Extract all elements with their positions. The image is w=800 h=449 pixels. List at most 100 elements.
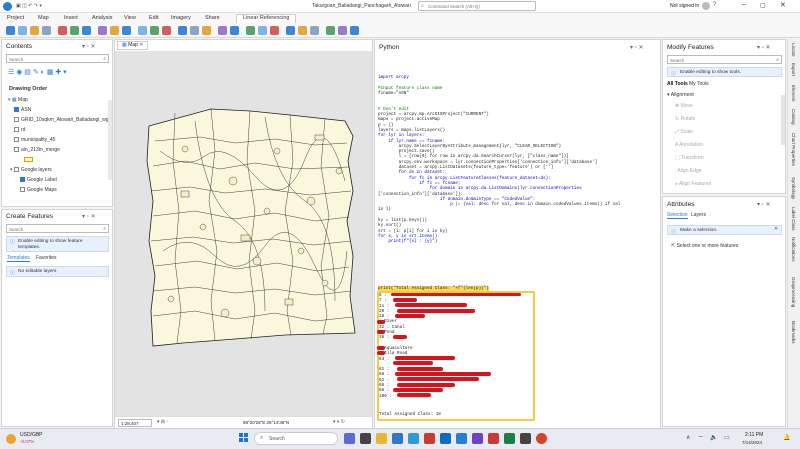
notification-bell-icon[interactable]: 🔔 [783,434,790,441]
layer-rd[interactable]: rd [14,127,25,133]
excel-icon[interactable] [504,433,515,444]
app-icon[interactable] [424,433,435,444]
side-tab-locate[interactable]: Locate [791,43,796,57]
close-icon[interactable]: ✕ [138,42,143,48]
copilot-icon[interactable] [344,433,355,444]
ribbon-tool-icon[interactable] [350,26,359,35]
checkbox-checked-icon[interactable] [14,107,19,113]
tab-map[interactable]: Map [38,15,49,21]
pane-options-icon[interactable]: ▾ ▫ ✕ [82,43,96,50]
volume-icon[interactable]: 🔈 [710,434,717,441]
ribbon-tool-icon[interactable] [190,26,199,35]
ribbon-tool-icon[interactable] [82,26,91,35]
ribbon-tool-icon[interactable] [42,26,51,35]
checkbox-icon[interactable] [20,187,25,193]
tab-imagery[interactable]: Imagery [171,15,191,21]
layer-google-maps[interactable]: Google Maps [20,187,57,193]
widget-title[interactable]: USD/GBP [20,432,43,438]
tab-layers[interactable]: Layers [691,212,706,218]
command-search-input[interactable] [428,3,533,10]
ribbon-tool-icon[interactable] [162,26,171,35]
ribbon-tool-icon[interactable] [218,26,227,35]
arcmap-icon[interactable] [456,433,467,444]
side-tab-symbology[interactable]: Symbology [791,177,796,199]
tab-insert[interactable]: Insert [64,15,78,21]
side-tab-geoprocessing[interactable]: Geoprocessing [791,277,796,307]
ribbon-tool-icon[interactable] [110,26,119,35]
tab-selection[interactable]: Selection [667,212,688,219]
task-view-icon[interactable] [360,433,371,444]
checkbox-icon[interactable] [13,167,19,173]
quick-access-toolbar[interactable]: ▣ ◫ ↶ ↷ ▾ [16,3,42,9]
minimize-button[interactable]: – [742,1,746,8]
pane-options-icon[interactable]: ▾ ▫ ✕ [757,44,771,51]
tray-chevron-icon[interactable]: ∧ [686,434,690,441]
ribbon-tool-icon[interactable] [70,26,79,35]
list-by-drawing-order-icon[interactable]: ☰ ◉ ▤ ✎ ◐ ▦ ✚ ▾ [8,68,67,76]
ribbon-tool-icon[interactable] [202,26,211,35]
layer-google-label[interactable]: Google Label [20,177,57,183]
layer-grid[interactable]: GRID_10sqkm_Atowari_Baliadangi_wg [14,117,109,123]
alignment-section[interactable]: ▾ Alignment [667,92,694,98]
tool-move[interactable]: ✥ Move [675,103,693,109]
ribbon-tool-icon[interactable] [270,26,279,35]
tool-rotate[interactable]: ↻ Rotate [675,116,695,122]
tab-favorites[interactable]: Favorites [36,255,57,261]
layer-map[interactable]: ▾ ▦ Map [8,97,28,103]
tab-view[interactable]: View [124,15,136,21]
scale-selector[interactable]: 1:28,407 [118,419,152,427]
chrome-icon[interactable] [536,433,547,444]
edge-icon[interactable] [408,433,419,444]
tool-scale[interactable]: ⤢ Scale [675,129,693,135]
ribbon-tool-icon[interactable] [230,26,239,35]
map-tab[interactable]: ▦ Map ✕ [117,41,149,50]
ribbon-tool-icon[interactable] [258,26,267,35]
contents-search[interactable]: ⌕ [6,54,109,63]
signin-status[interactable]: Not signed in [670,3,699,9]
contents-search-input[interactable] [9,56,97,62]
ribbon-tool-icon[interactable] [150,26,159,35]
app-icon[interactable] [520,433,531,444]
ribbon-tool-icon[interactable] [338,26,347,35]
close-icon[interactable]: ✕ [774,227,778,232]
taskbar-search[interactable]: ⌕ Search [254,432,338,445]
app-icon[interactable] [488,433,499,444]
create-features-search-input[interactable] [9,226,97,232]
pane-options-icon[interactable]: ▾ ▫ ✕ [82,213,96,220]
layer-asn[interactable]: ASN [14,107,31,113]
contents-scrollbar[interactable] [108,100,112,180]
clock-time[interactable]: 2:11 PM [745,432,763,438]
modify-search[interactable]: ⌕ [667,55,782,64]
map-canvas[interactable] [115,51,372,416]
ribbon-tool-icon[interactable] [298,26,307,35]
outlook-icon[interactable] [440,433,451,444]
ribbon-tool-icon[interactable] [6,26,15,35]
avatar[interactable] [702,2,710,10]
help-icon[interactable]: ? [713,2,716,8]
tool-annotation[interactable]: A Annotation [675,142,703,148]
side-tab-bookmarks[interactable]: Bookmarks [791,321,796,344]
ribbon-tool-icon[interactable] [178,26,187,35]
ribbon-tool-icon[interactable] [98,26,107,35]
side-tab-export[interactable]: Export [791,63,796,76]
wifi-icon[interactable]: ⌔ [698,434,704,442]
ribbon-tool-icon[interactable] [58,26,67,35]
tab-linear-referencing[interactable]: Linear Referencing [236,14,297,23]
checkbox-icon[interactable] [14,137,19,143]
widget-icon[interactable] [6,434,16,444]
layer-google-layers[interactable]: ▾ Google layers [10,167,52,173]
battery-icon[interactable]: ▭ [724,434,730,441]
checkbox-icon[interactable] [14,117,19,123]
close-button[interactable]: ✕ [780,1,786,9]
file-explorer-icon[interactable] [376,433,387,444]
map-view[interactable]: ▦ Map ✕ 1:28,407 ▾ ⊞ ▫ 88°20'28"E 26°14'… [114,39,373,429]
checkbox-checked-icon[interactable] [20,177,25,183]
ribbon-tool-icon[interactable] [18,26,27,35]
ribbon-tool-icon[interactable] [30,26,39,35]
side-tab-notifications[interactable]: Notifications [791,237,796,262]
tool-transform[interactable]: ⬚ Transform [675,155,704,161]
ribbon-tool-icon[interactable] [326,26,335,35]
ribbon-tool-icon[interactable] [138,26,147,35]
checkbox-icon[interactable] [14,127,19,133]
ribbon-tool-icon[interactable] [246,26,255,35]
